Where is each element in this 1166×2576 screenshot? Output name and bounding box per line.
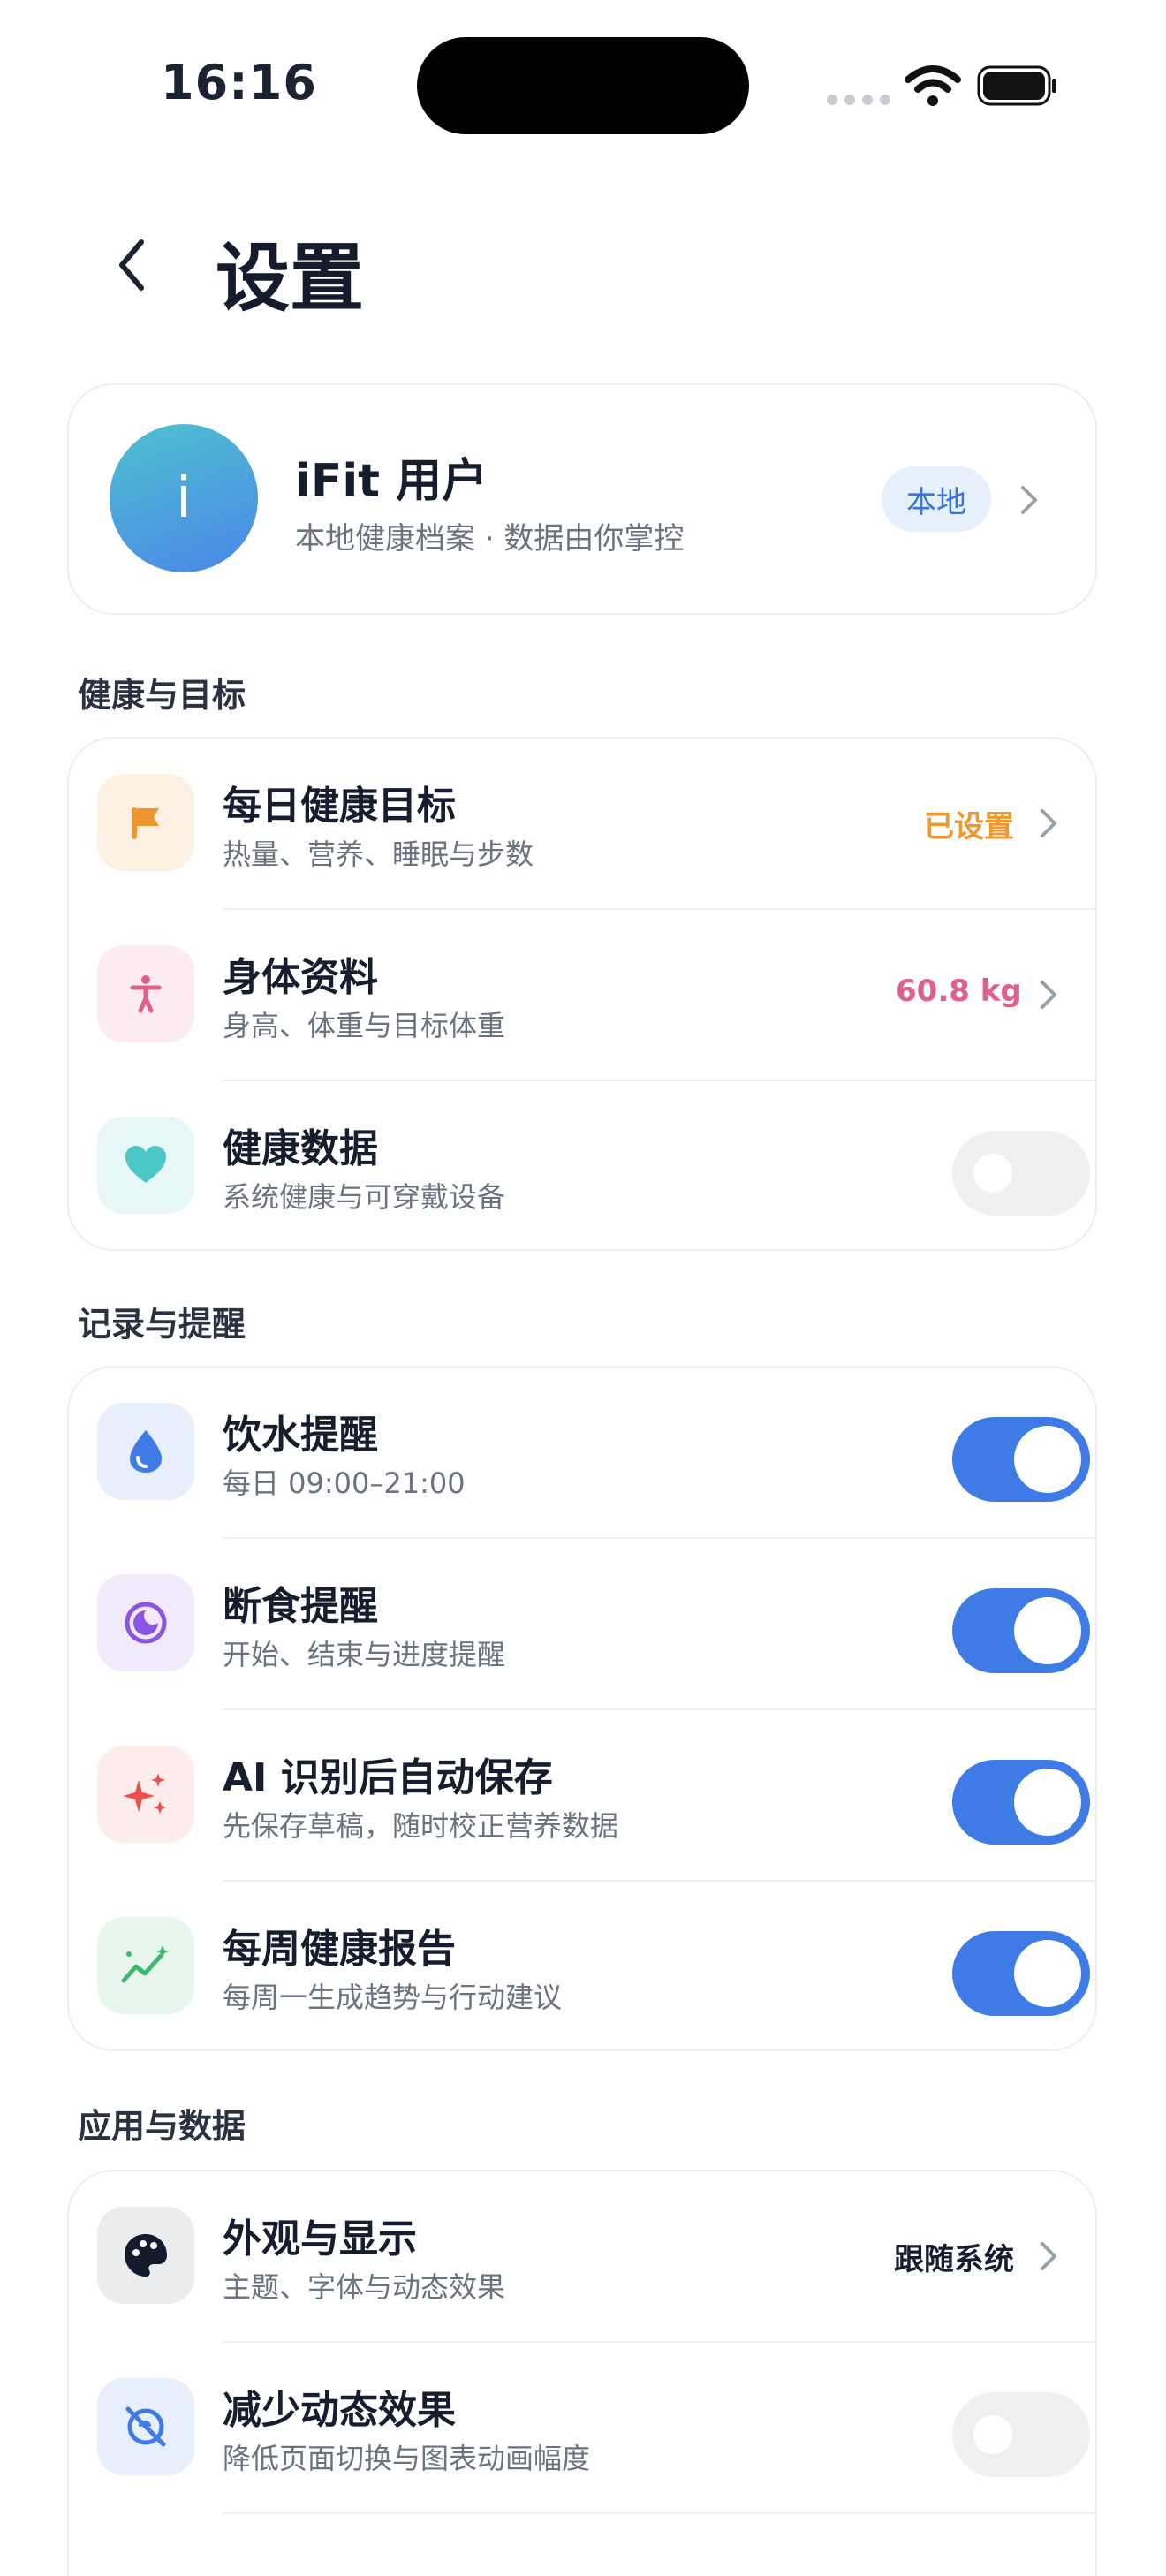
list-item-water-reminder[interactable]: 饮水提醒 每日 09:00–21:00 (69, 1368, 1095, 1539)
status-time: 16:16 (161, 55, 317, 110)
weekly-report-toggle[interactable] (952, 1931, 1090, 2016)
profile-card[interactable]: i iFit 用户 本地健康档案 · 数据由你掌控 本地 (67, 383, 1097, 615)
profile-name: iFit 用户 (295, 455, 488, 508)
reduce-motion-toggle[interactable] (952, 2392, 1090, 2477)
list-item-title: 减少动态效果 (223, 2388, 456, 2433)
list-item-subtitle: 主题、字体与动态效果 (223, 2270, 506, 2304)
reminders-card: 饮水提醒 每日 09:00–21:00 断食提醒 开始、结束与进度提醒 AI 识… (67, 1366, 1097, 2051)
health-card: 每日健康目标 热量、营养、睡眠与步数 已设置 身体资料 身高、体重与目标体重 6… (67, 737, 1097, 1251)
sparkle-icon (97, 1746, 194, 1843)
list-item-daily-goals[interactable]: 每日健康目标 热量、营养、睡眠与步数 已设置 (69, 739, 1095, 910)
weight-value: 60.8 kg (896, 974, 1022, 1009)
fasting-reminder-toggle[interactable] (952, 1588, 1090, 1673)
list-item-body-profile[interactable]: 身体资料 身高、体重与目标体重 60.8 kg (69, 910, 1095, 1081)
list-item-title: 每日健康目标 (223, 784, 456, 829)
app-card: 外观与显示 主题、字体与动态效果 跟随系统 减少动态效果 降低页面切换与图表动画… (67, 2170, 1097, 2576)
list-item-subtitle: 降低页面切换与图表动画幅度 (223, 2442, 591, 2475)
list-item-subtitle: 系统健康与可穿戴设备 (223, 1180, 506, 1214)
water-reminder-toggle[interactable] (952, 1417, 1090, 1502)
list-item-subtitle: 开始、结束与进度提醒 (223, 1638, 506, 1671)
trend-icon (97, 1917, 194, 2014)
person-icon (97, 945, 194, 1042)
flag-icon (97, 774, 194, 871)
chevron-right-icon (1041, 809, 1056, 837)
dynamic-island (417, 37, 749, 134)
chevron-right-icon (1041, 2242, 1056, 2270)
list-item-subtitle: 每日 09:00–21:00 (223, 1466, 466, 1500)
avatar: i (110, 424, 258, 572)
page-title: 设置 (216, 235, 365, 322)
section-title-reminders: 记录与提醒 (78, 1305, 246, 1344)
list-item-title: 断食提醒 (223, 1584, 378, 1629)
list-item-title: 健康数据 (223, 1126, 378, 1171)
list-item-subtitle: 热量、营养、睡眠与步数 (223, 837, 534, 871)
list-item-ai-autosave[interactable]: AI 识别后自动保存 先保存草稿，随时校正营养数据 (69, 1710, 1095, 1882)
chevron-right-icon (1021, 486, 1037, 514)
list-item-subtitle: 每周一生成趋势与行动建议 (223, 1981, 563, 2014)
cellular-signal-icon (827, 92, 897, 109)
section-title-health: 健康与目标 (78, 676, 246, 715)
list-item-reduce-motion[interactable]: 减少动态效果 降低页面切换与图表动画幅度 (69, 2343, 1095, 2514)
list-item-title: 饮水提醒 (223, 1413, 378, 1458)
moon-icon (97, 1574, 194, 1671)
profile-subtitle: 本地健康档案 · 数据由你掌控 (295, 521, 685, 557)
back-chevron-icon[interactable] (106, 231, 159, 299)
goal-status-value: 已设置 (924, 809, 1014, 845)
local-badge: 本地 (882, 466, 991, 532)
chevron-right-icon (1041, 981, 1056, 1009)
appearance-value: 跟随系统 (894, 2242, 1014, 2277)
list-item-subtitle: 身高、体重与目标体重 (223, 1009, 506, 1042)
list-item-title: 每周健康报告 (223, 1927, 456, 1972)
battery-icon (977, 65, 1056, 106)
heart-icon (97, 1117, 194, 1214)
list-item-title: AI 识别后自动保存 (223, 1755, 553, 1800)
ai-autosave-toggle[interactable] (952, 1760, 1090, 1845)
water-drop-icon (97, 1403, 194, 1500)
motion-off-icon (97, 2378, 194, 2475)
list-item-title: 外观与显示 (223, 2216, 417, 2262)
wifi-icon (905, 65, 961, 106)
palette-icon (97, 2207, 194, 2304)
list-item-weekly-report[interactable]: 每周健康报告 每周一生成趋势与行动建议 (69, 1882, 1095, 2053)
list-item-subtitle: 先保存草稿，随时校正营养数据 (223, 1809, 619, 1843)
health-data-toggle[interactable] (952, 1131, 1090, 1216)
section-title-app: 应用与数据 (78, 2107, 246, 2146)
list-item-health-data[interactable]: 健康数据 系统健康与可穿戴设备 (69, 1081, 1095, 1253)
list-item-appearance[interactable]: 外观与显示 主题、字体与动态效果 跟随系统 (69, 2171, 1095, 2343)
list-item-fasting-reminder[interactable]: 断食提醒 开始、结束与进度提醒 (69, 1539, 1095, 1710)
list-item-title: 身体资料 (223, 955, 378, 1000)
